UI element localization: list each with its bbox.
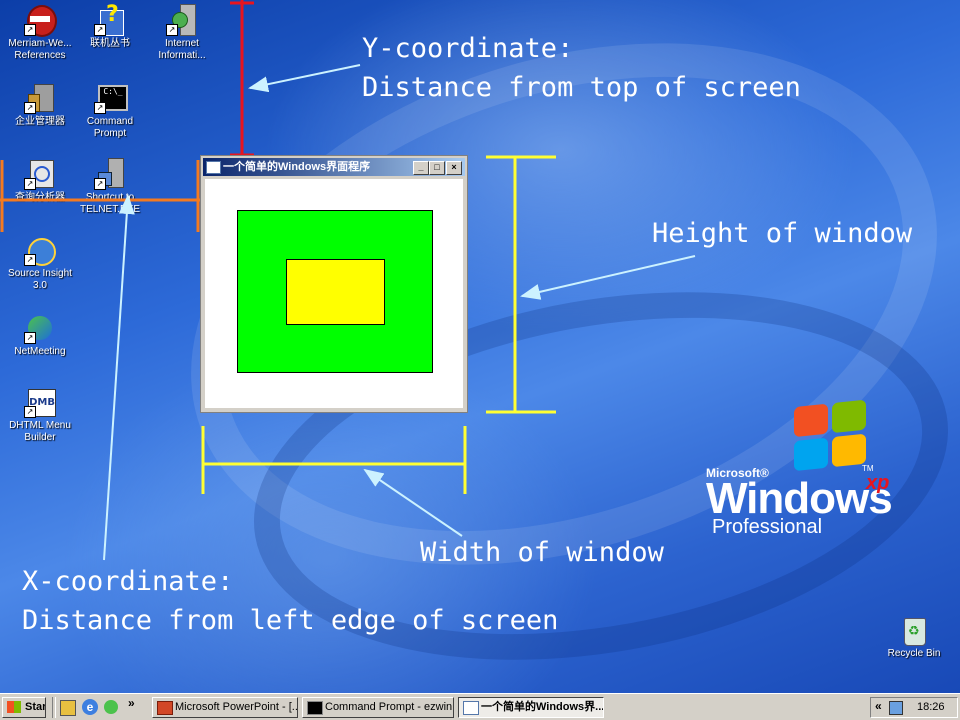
width-arrow [363, 468, 463, 537]
window-title: 一个简单的Windows界面程序 [223, 161, 371, 173]
quicklaunch-chevron[interactable]: » [128, 696, 135, 710]
close-button[interactable]: × [446, 161, 462, 175]
sample-window[interactable]: 一个简单的Windows界面程序 _ □ × [200, 155, 468, 413]
minimize-button[interactable]: _ [413, 161, 429, 175]
tray-expand-chevron[interactable]: « [875, 699, 882, 713]
windows-xp-logo: Microsoft® Windows xp TM Professional [706, 398, 906, 543]
trademark-symbol: TM [862, 464, 874, 473]
yellow-rectangle [286, 259, 385, 325]
windows-flag-icon [7, 701, 21, 713]
y-coordinate-title: Y-coordinate: [362, 33, 574, 64]
taskbar-button-command-prompt[interactable]: Command Prompt - ezwin [302, 697, 454, 718]
start-button[interactable]: Start [2, 697, 46, 718]
professional-wordmark: Professional [712, 516, 823, 538]
clock[interactable]: 18:26 [917, 701, 945, 713]
window-app-icon [206, 161, 221, 174]
internet-explorer-icon[interactable]: e [82, 699, 98, 715]
x-coordinate-arrow [103, 194, 135, 561]
powerpoint-icon [157, 701, 173, 715]
start-label: Start [25, 701, 46, 713]
taskbar-button-powerpoint[interactable]: Microsoft PowerPoint - [... [152, 697, 298, 718]
xp-wordmark: xp [866, 472, 890, 494]
taskbar: Start e » Microsoft PowerPoint - [... Co… [0, 693, 960, 720]
command-prompt-icon [307, 701, 323, 715]
show-desktop-icon[interactable] [60, 700, 76, 716]
taskbar-button-label: Command Prompt - ezwin [325, 701, 453, 713]
height-label: Height of window [652, 218, 913, 249]
width-label: Width of window [420, 537, 664, 568]
netmeeting-icon[interactable] [104, 700, 118, 714]
taskbar-button-label: Microsoft PowerPoint - [... [175, 701, 298, 713]
x-coordinate-title: X-coordinate: [22, 566, 234, 597]
system-tray: « 18:26 [870, 697, 958, 718]
taskbar-button-label: 一个简单的Windows界... [481, 701, 604, 713]
taskbar-button-windows-app[interactable]: 一个简单的Windows界... [458, 697, 604, 718]
height-arrow [520, 255, 696, 300]
network-tray-icon[interactable] [889, 701, 903, 715]
quicklaunch-divider [52, 697, 56, 718]
y-coordinate-description: Distance from top of screen [362, 72, 801, 103]
y-coordinate-arrow [248, 64, 361, 93]
window-title-bar[interactable]: 一个简单的Windows界面程序 _ □ × [203, 158, 465, 176]
maximize-button[interactable]: □ [429, 161, 445, 175]
x-coordinate-description: Distance from left edge of screen [22, 605, 559, 636]
window-app-icon [463, 701, 479, 715]
window-client-area [205, 179, 463, 408]
